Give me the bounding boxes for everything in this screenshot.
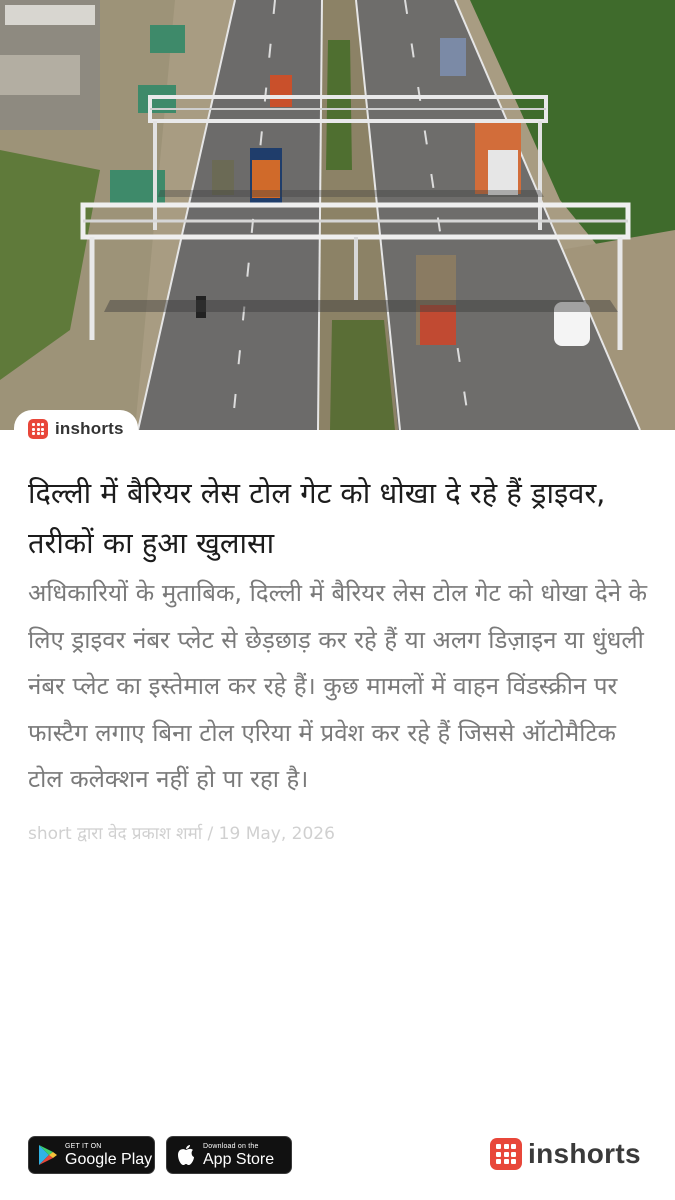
app-store-label: App Store (203, 1150, 275, 1168)
badge-label: inshorts (55, 419, 124, 438)
inshorts-logo-icon (490, 1138, 522, 1170)
inshorts-logo-icon (28, 419, 48, 439)
google-play-label: Google Play (65, 1150, 153, 1168)
app-store-button[interactable]: Download on the App Store (166, 1136, 292, 1174)
app-store-caption: Download on the (203, 1142, 259, 1150)
google-play-icon (37, 1144, 59, 1166)
article-headline: दिल्ली में बैरियर लेस टोल गेट को धोखा दे… (28, 476, 606, 560)
article-image (0, 0, 675, 430)
article-body: अधिकारियों के मुताबिक, दिल्ली में बैरियर… (28, 579, 648, 793)
aerial-highway-toll-gantry-photo (0, 0, 675, 430)
apple-icon (175, 1144, 197, 1166)
article-card: दिल्ली में बैरियर लेस टोल गेट को धोखा दे… (28, 468, 651, 844)
brand-logo: inshorts (490, 1138, 641, 1170)
brand-label: inshorts (528, 1138, 641, 1169)
article-byline: short द्वारा वेद प्रकाश शर्मा / 19 May, … (28, 823, 335, 844)
google-play-button[interactable]: GET IT ON Google Play (28, 1136, 155, 1174)
google-play-caption: GET IT ON (65, 1142, 102, 1150)
source-badge: inshorts (14, 410, 138, 448)
